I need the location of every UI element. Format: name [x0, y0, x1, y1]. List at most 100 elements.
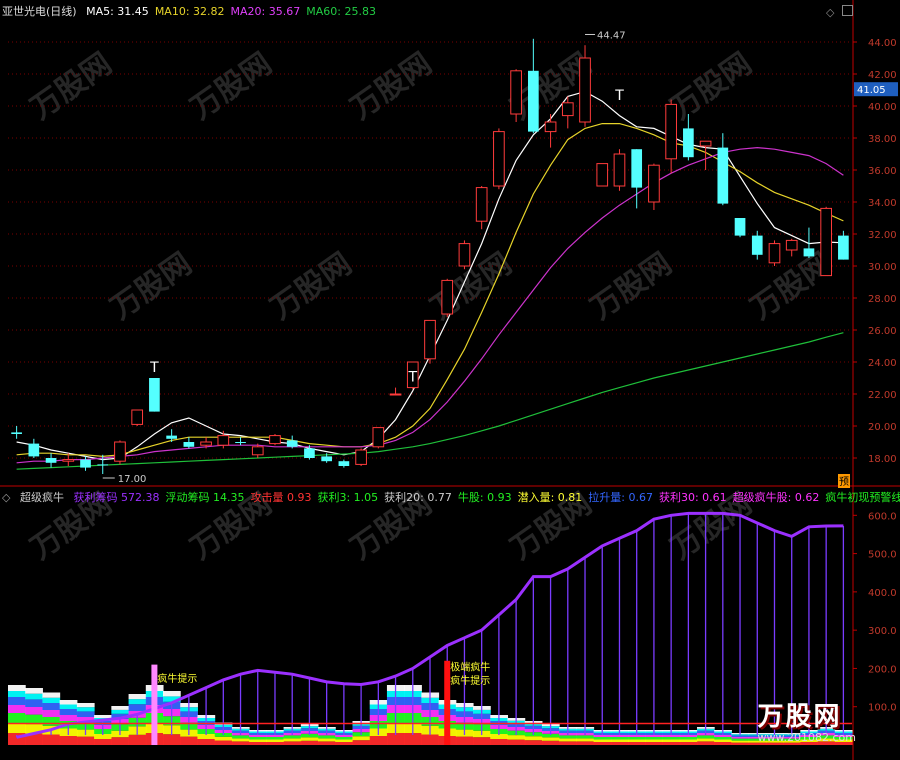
indicator-band — [163, 691, 181, 697]
t-marker: T — [149, 360, 159, 376]
candle-body — [699, 140, 712, 147]
indicator-band — [42, 717, 61, 726]
indicator-band — [335, 739, 353, 742]
candle-body — [389, 393, 402, 396]
candle-body — [251, 446, 264, 456]
indicator-band — [300, 740, 319, 745]
collapse-indicator-icon[interactable]: ◇ — [2, 491, 10, 504]
price-tick-label: 20.00 — [868, 422, 897, 433]
candle-body — [458, 243, 471, 267]
indicator-band — [300, 737, 319, 741]
candle-body — [544, 121, 557, 133]
signal-label-1: 疯牛提示 — [157, 672, 197, 685]
candle-body — [510, 70, 522, 115]
indicator-band — [662, 742, 681, 745]
indicator-name[interactable]: 超级疯牛 — [20, 491, 64, 504]
price-tick-label: 36.00 — [868, 166, 897, 177]
indicator-band — [197, 739, 216, 745]
indicator-band — [25, 693, 43, 700]
indicator-tick-label: 200.0 — [868, 664, 897, 675]
indicator-band — [662, 735, 681, 737]
indicator-band — [490, 739, 509, 745]
indicator-tick-label: 100.0 — [868, 703, 897, 714]
candle-body — [131, 409, 144, 425]
indicator-band — [576, 741, 595, 745]
candle-body — [338, 461, 350, 466]
candle-body — [183, 442, 195, 447]
indicator-band — [628, 735, 646, 737]
t-marker: T — [614, 88, 624, 104]
candle-body — [441, 279, 454, 315]
indicator-band — [249, 742, 267, 745]
indicator-band — [714, 739, 732, 742]
indicator-band — [731, 738, 750, 741]
price-tick-label: 38.00 — [868, 134, 897, 145]
indicator-band — [111, 706, 130, 710]
signal-label-2b: 疯牛提示 — [450, 674, 490, 687]
indicator-band — [610, 735, 629, 737]
indicator-band — [8, 697, 26, 705]
watermark-text: 万股网 — [185, 46, 279, 126]
candle-body — [613, 153, 626, 187]
indicator-band — [231, 741, 250, 745]
indicator-band — [318, 735, 336, 739]
candle-body — [62, 459, 75, 462]
indicator-band — [76, 703, 95, 708]
indicator-band — [111, 709, 130, 714]
candle-body — [528, 70, 539, 132]
indicator-band — [679, 739, 698, 742]
indicator-band — [94, 715, 112, 718]
indicator-band — [25, 714, 43, 725]
indicator-legend-item: 攻击量 0.93 — [250, 491, 312, 504]
indicator-band — [610, 742, 629, 745]
candle-body — [149, 378, 160, 412]
watermark-text: 万股网 — [25, 46, 119, 126]
indicator-band — [335, 742, 353, 745]
indicator-band — [94, 739, 112, 745]
candle-body — [768, 243, 781, 264]
indicator-band — [76, 707, 95, 712]
indicator-legend-item: 浮动筹码 14.35 — [165, 491, 245, 504]
indicator-band — [249, 739, 267, 742]
candle-body — [648, 164, 660, 203]
indicator-band — [576, 738, 595, 742]
indicator-legend-item: 超级疯牛股: 0.62 — [732, 491, 820, 504]
indicator-band — [231, 735, 250, 739]
indicator-band — [59, 709, 78, 715]
indicator-band — [8, 691, 26, 697]
indicator-band — [283, 738, 302, 742]
indicator-band — [42, 703, 61, 710]
indicator-legend-item: 潜入量: 0.81 — [517, 491, 583, 504]
indicator-legend-item: 疯牛初现预警线: 30.00 — [825, 491, 900, 504]
price-tick-label: 28.00 — [868, 294, 897, 305]
price-tick-label: 24.00 — [868, 358, 897, 369]
indicator-band — [593, 735, 612, 737]
low-price-label: 17.00 — [118, 474, 147, 485]
collapse-icon[interactable] — [842, 5, 853, 16]
preview-badge-label: 预 — [839, 476, 849, 488]
indicator-band — [610, 737, 629, 740]
indicator-band — [714, 737, 732, 740]
indicator-band — [696, 735, 715, 739]
candle-body — [235, 442, 246, 443]
indicator-band — [679, 742, 698, 745]
indicator-band — [25, 707, 43, 715]
indicator-band — [696, 741, 715, 745]
candle-body — [665, 103, 677, 160]
price-tick-label: 22.00 — [868, 390, 897, 401]
price-tick-label: 34.00 — [868, 198, 897, 209]
stock-title[interactable]: 亚世光电(日线) — [2, 5, 77, 18]
watermark-layer: 万股网 万股网 万股网 万股网 万股网万股网 万股网 万股网 万股网 万股网万股网 万股网 万股网万… — [25, 46, 839, 566]
indicator-band — [455, 736, 474, 745]
watermark-text: 万股网 — [585, 246, 679, 326]
diamond-icon[interactable]: ◇ — [826, 6, 834, 19]
indicator-band — [25, 688, 43, 694]
ma-legend-ma5: MA5: 31.45 — [86, 5, 149, 18]
indicator-tick-label: 300.0 — [868, 626, 897, 637]
indicator-band — [266, 742, 285, 745]
indicator-band — [473, 737, 491, 745]
indicator-band — [524, 736, 543, 741]
candle-body — [717, 147, 729, 204]
indicator-band — [628, 737, 646, 740]
indicator-band — [59, 736, 78, 745]
